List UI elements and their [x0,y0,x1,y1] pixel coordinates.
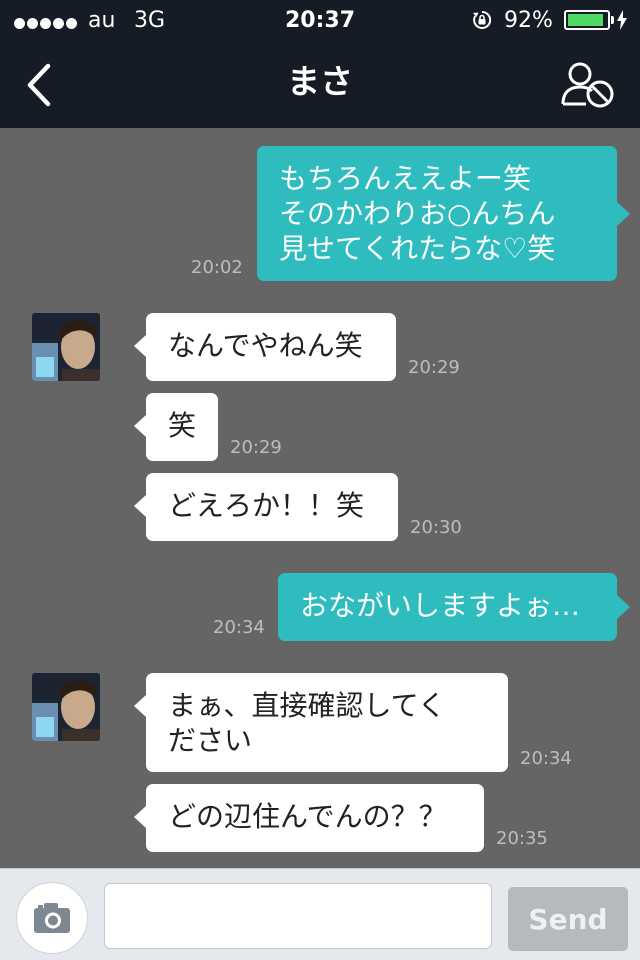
incoming-message[interactable]: どの辺住んでんの？？ [134,784,484,852]
rotation-lock-icon [473,10,492,29]
charging-bolt-icon [617,10,627,30]
message-time: 20:29 [408,357,460,378]
contact-avatar[interactable] [32,313,100,381]
camera-button[interactable] [16,882,88,954]
block-user-icon[interactable] [560,60,616,110]
message-time: 20:30 [410,517,462,538]
outgoing-message[interactable]: もちろんええよー笑 そのかわりお○んちん 見せてくれたらな♡笑 [257,146,630,281]
message-time: 20:35 [496,828,548,849]
incoming-message[interactable]: なんでやねん笑 [134,313,396,381]
status-bar: au 3G 20:37 92% [0,0,640,40]
contact-avatar[interactable] [32,673,100,741]
message-input-bar: Send [0,868,640,960]
outgoing-message[interactable]: おながいしますよぉ… [278,573,630,641]
send-button[interactable]: Send [508,887,628,951]
chat-title: まさ [287,62,353,101]
message-time: 20:34 [520,748,572,769]
incoming-message[interactable]: どえろか！！笑 [134,473,398,541]
camera-icon [34,903,70,933]
battery-icon [564,10,614,30]
top-bar: au 3G 20:37 92% まさ [0,0,640,128]
avatar-photo [32,313,100,381]
incoming-message[interactable]: 笑 [134,393,218,461]
message-time: 20:29 [230,437,282,458]
incoming-message[interactable]: まぁ、直接確認してく ださい [134,673,508,772]
message-input[interactable] [104,883,492,949]
message-time: 20:34 [213,617,265,638]
chat-screen: au 3G 20:37 92% まさ もちろんええよー笑 そのかわりお○んちん … [0,0,640,960]
battery-percent: 92% [504,8,553,33]
message-time: 20:02 [191,257,243,278]
avatar-photo [32,673,100,741]
